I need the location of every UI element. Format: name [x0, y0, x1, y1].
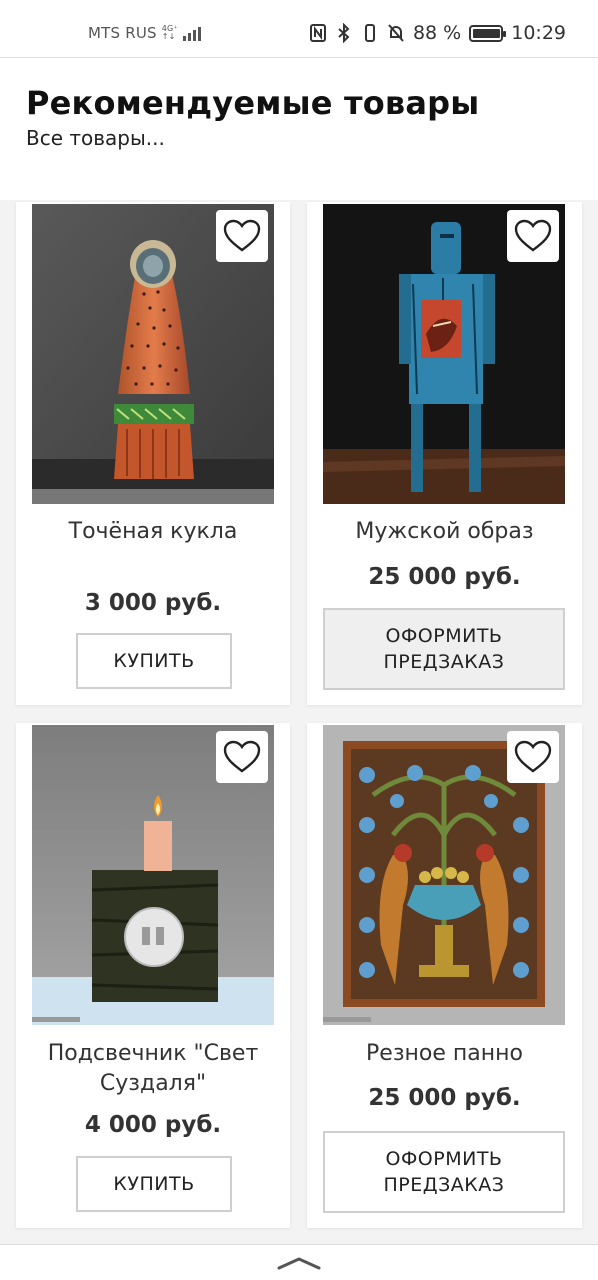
- heart-outline-icon: [514, 740, 552, 773]
- nfc-icon: [309, 23, 327, 43]
- product-card[interactable]: Подсвечник "Свет Суздаля" 4 000 руб. КУП…: [16, 723, 290, 1228]
- product-price: 3 000 руб.: [84, 590, 222, 616]
- heart-outline-icon: [223, 219, 261, 252]
- all-products-link[interactable]: Все товары...: [26, 126, 165, 150]
- carrier-info: MTS RUS 4G⁺ ↑↓: [88, 24, 201, 42]
- clock: 10:29: [511, 22, 566, 44]
- carrier-name: MTS RUS: [88, 24, 157, 42]
- bluetooth-icon: [335, 23, 353, 43]
- chevron-up-icon[interactable]: [276, 1256, 322, 1270]
- favorite-button[interactable]: [216, 731, 268, 783]
- product-title[interactable]: Подсвечник "Свет Суздаля": [16, 1039, 290, 1099]
- favorite-button[interactable]: [507, 731, 559, 783]
- heart-outline-icon: [514, 219, 552, 252]
- buy-button[interactable]: КУПИТЬ: [76, 1156, 232, 1212]
- page-title: Рекомендуемые товары: [26, 84, 480, 122]
- product-card[interactable]: Точёная кукла 3 000 руб. КУПИТЬ: [16, 202, 290, 705]
- product-price: 25 000 руб.: [368, 1085, 521, 1111]
- favorite-button[interactable]: [216, 210, 268, 262]
- buy-button[interactable]: КУПИТЬ: [76, 633, 232, 689]
- mute-bell-icon: [387, 23, 405, 43]
- product-card[interactable]: Мужской образ 25 000 руб. ОФОРМИТЬ ПРЕДЗ…: [307, 202, 582, 705]
- product-price: 4 000 руб.: [84, 1112, 222, 1138]
- bottom-navigation-bar: [0, 1244, 598, 1280]
- status-bar: MTS RUS 4G⁺ ↑↓ 88 % 10:29: [0, 0, 598, 58]
- preorder-button[interactable]: ОФОРМИТЬ ПРЕДЗАКАЗ: [323, 608, 565, 690]
- product-price: 25 000 руб.: [368, 564, 521, 590]
- status-icons: 88 % 10:29: [309, 22, 566, 44]
- battery-icon: [469, 24, 507, 42]
- heart-outline-icon: [223, 740, 261, 773]
- product-title[interactable]: Мужской образ: [307, 517, 582, 547]
- section-header: Рекомендуемые товары Все товары...: [0, 58, 598, 200]
- favorite-button[interactable]: [507, 210, 559, 262]
- network-type: 4G⁺ ↑↓: [161, 24, 178, 41]
- battery-percent: 88 %: [412, 22, 462, 44]
- signal-icon: [182, 25, 201, 41]
- product-title[interactable]: Точёная кукла: [16, 517, 290, 547]
- product-title[interactable]: Резное панно: [307, 1039, 582, 1069]
- vibrate-icon: [361, 23, 379, 43]
- product-card[interactable]: Резное панно 25 000 руб. ОФОРМИТЬ ПРЕДЗА…: [307, 723, 582, 1228]
- preorder-button[interactable]: ОФОРМИТЬ ПРЕДЗАКАЗ: [323, 1131, 565, 1213]
